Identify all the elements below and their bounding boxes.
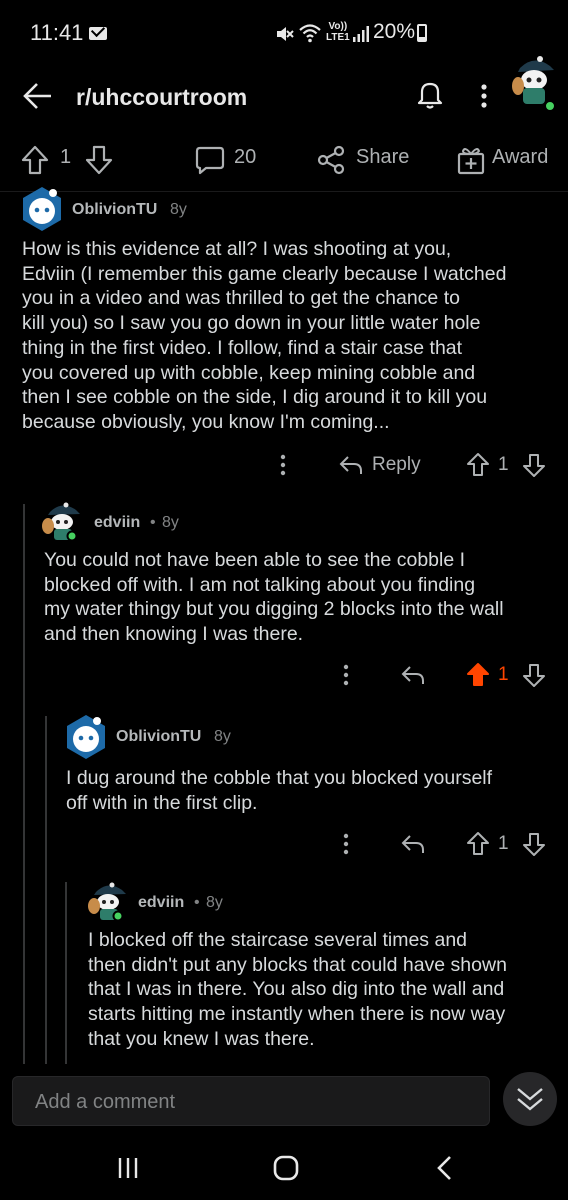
share-icon[interactable] (316, 144, 346, 176)
comment-author[interactable]: OblivionTU (72, 201, 157, 219)
comment-actions: Reply 1 (0, 450, 568, 480)
more-vertical-icon[interactable] (474, 82, 494, 110)
thread-line[interactable] (23, 504, 25, 1064)
commenter-avatar[interactable] (18, 184, 66, 234)
comment-age: 8y (214, 728, 231, 745)
battery-icon (417, 24, 427, 42)
status-time: 11:41 (30, 20, 84, 45)
double-chevron-down-icon (517, 1088, 543, 1111)
mail-icon (89, 27, 107, 40)
vote-count: 1 (498, 454, 509, 475)
wifi-icon (299, 24, 321, 43)
status-bar: 11:41 Vo)) LTE1 20% (0, 0, 568, 64)
comment-line: that you knew I was there. (88, 1027, 315, 1050)
reply-icon[interactable] (338, 454, 364, 476)
add-comment-bar: Add a comment (0, 1068, 568, 1138)
comment-author[interactable]: edviin (138, 894, 184, 912)
comment-age: 8y (162, 514, 179, 531)
comment-line: kill you) so I saw you go down in your l… (22, 312, 481, 335)
comment-line: blocked off with. I am not talking about… (44, 573, 476, 596)
back-nav-icon[interactable] (434, 1154, 456, 1182)
vote-count: 1 (498, 664, 509, 685)
back-arrow-icon[interactable] (22, 81, 54, 111)
comment-line: because obviously, you know I'm coming..… (22, 410, 390, 433)
commenter-avatar[interactable] (62, 712, 110, 762)
comment-line: then I see cobble on the side, I dig aro… (22, 386, 488, 409)
add-comment-placeholder: Add a comment (35, 1091, 176, 1113)
reply-icon[interactable] (400, 664, 426, 686)
award-button[interactable]: Award (492, 146, 548, 169)
comment-line: then didn't put any blocks that could ha… (88, 953, 507, 976)
comment-line: that I was in there. You also dig into t… (88, 978, 505, 1001)
comment-author[interactable]: edviin (94, 514, 140, 532)
comment-actions: 1 (0, 660, 568, 690)
upvote-icon[interactable] (466, 452, 490, 478)
comment-line: you covered up with cobble, keep mining … (22, 361, 476, 384)
comment-icon[interactable] (194, 144, 226, 176)
vote-count: 1 (498, 833, 509, 854)
post-vote-count: 1 (60, 146, 72, 168)
comment-body: I blocked off the staircase several time… (88, 928, 558, 1052)
comment-line: and then knowing I was there. (44, 623, 304, 646)
share-button[interactable]: Share (356, 146, 409, 169)
thread-line[interactable] (65, 882, 67, 1064)
upvote-icon[interactable] (20, 144, 50, 176)
comment-line: I blocked off the staircase several time… (88, 929, 468, 951)
battery-percent: 20% (373, 20, 416, 43)
comment-age: 8y (206, 894, 223, 911)
downvote-icon[interactable] (522, 452, 546, 478)
upvote-icon[interactable] (466, 831, 490, 857)
mute-icon (277, 27, 294, 41)
comment-line: my water thingy but you digging 2 blocks… (44, 598, 504, 621)
thread-line[interactable] (45, 716, 47, 1064)
downvote-icon[interactable] (84, 144, 114, 176)
comment-separator: • (150, 514, 156, 531)
top-app-bar: r/uhccourtroom (0, 56, 568, 128)
reply-button[interactable]: Reply (372, 454, 421, 476)
upvote-icon-active[interactable] (466, 662, 490, 688)
downvote-icon[interactable] (522, 831, 546, 857)
more-options-icon[interactable] (276, 453, 290, 477)
comment-line: thing in the first video. I follow, find… (22, 336, 463, 359)
post-action-bar: 1 20 Share Award (0, 130, 568, 192)
comment-line: I dug around the cobble that you blocked… (66, 767, 493, 789)
recent-apps-icon[interactable] (116, 1156, 140, 1180)
comment-body: How is this evidence at all? I was shoot… (22, 237, 552, 435)
more-options-icon[interactable] (339, 832, 353, 856)
subreddit-title[interactable]: r/uhccourtroom (76, 84, 247, 111)
commenter-avatar[interactable] (84, 882, 132, 922)
bell-icon[interactable] (414, 78, 446, 110)
comment-line: you in a video and was thrilled to get t… (22, 287, 460, 310)
comment-age: 8y (170, 201, 187, 218)
system-nav-bar (0, 1138, 568, 1200)
collapse-threads-button[interactable] (503, 1072, 557, 1126)
commenter-avatar[interactable] (38, 502, 86, 542)
user-avatar[interactable] (510, 56, 558, 114)
comment-body: I dug around the cobble that you blocked… (66, 766, 556, 815)
comment-line: off with in the first clip. (66, 791, 258, 814)
comment-author[interactable]: OblivionTU (116, 728, 201, 746)
signal-icon (353, 26, 369, 42)
comment-separator: • (194, 894, 200, 911)
award-icon[interactable] (456, 144, 486, 176)
comment-line: How is this evidence at all? I was shoot… (22, 238, 452, 260)
reply-icon[interactable] (400, 833, 426, 855)
downvote-icon[interactable] (522, 662, 546, 688)
add-comment-input[interactable]: Add a comment (12, 1076, 490, 1126)
comment-body: You could not have been able to see the … (44, 548, 554, 647)
comment-line: starts hitting me instantly when there i… (88, 1003, 506, 1026)
comment-count[interactable]: 20 (234, 146, 256, 169)
comment-line: Edviin (I remember this game clearly bec… (22, 262, 507, 285)
more-options-icon[interactable] (339, 663, 353, 687)
home-icon[interactable] (272, 1154, 300, 1182)
comment-actions: 1 (0, 829, 568, 859)
comment-line: You could not have been able to see the … (44, 549, 466, 571)
network-type: Vo)) LTE1 (326, 21, 350, 43)
